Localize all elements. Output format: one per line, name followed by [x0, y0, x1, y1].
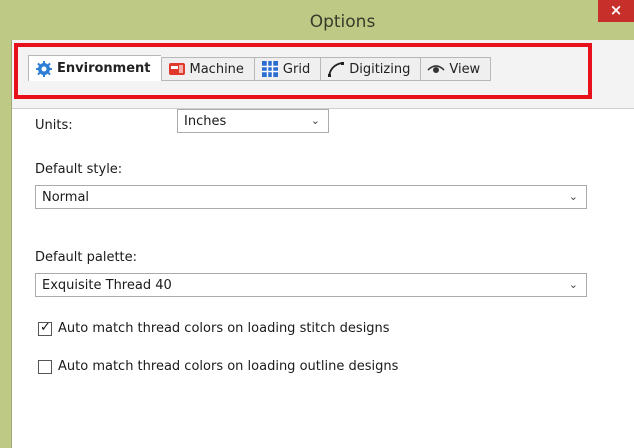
units-value: Inches [184, 113, 227, 129]
units-select[interactable]: Inches ⌄ [177, 109, 329, 133]
chevron-down-icon: ⌄ [568, 190, 578, 203]
window-title: Options [309, 12, 376, 32]
window-frame: Options × Environment Machine Grid Digit… [0, 0, 634, 448]
auto-match-stitch-checkbox[interactable]: ✓ [38, 319, 52, 336]
checkmark-icon: ✓ [40, 319, 51, 335]
default-palette-value: Exquisite Thread 40 [42, 277, 172, 293]
close-icon: × [609, 1, 623, 19]
tabs-highlight-annotation [14, 43, 592, 99]
chevron-down-icon: ⌄ [568, 278, 578, 291]
default-palette-label: Default palette: [35, 250, 138, 265]
auto-match-outline-row[interactable]: Auto match thread colors on loading outl… [38, 359, 398, 374]
default-style-select[interactable]: Normal ⌄ [35, 185, 587, 209]
chevron-down-icon: ⌄ [310, 114, 320, 127]
default-style-label: Default style: [35, 162, 123, 177]
default-style-value: Normal [42, 189, 90, 205]
auto-match-outline-checkbox[interactable] [38, 359, 52, 374]
default-palette-select[interactable]: Exquisite Thread 40 ⌄ [35, 273, 587, 297]
auto-match-outline-label: Auto match thread colors on loading outl… [58, 359, 399, 374]
units-label: Units: [35, 118, 73, 133]
close-button[interactable]: × [598, 0, 634, 22]
auto-match-stitch-label: Auto match thread colors on loading stit… [58, 321, 390, 336]
auto-match-stitch-row[interactable]: ✓ Auto match thread colors on loading st… [38, 319, 390, 336]
title-bar[interactable]: Options [11, 0, 634, 40]
options-dialog-content: Environment Machine Grid Digitizing View… [11, 40, 634, 448]
